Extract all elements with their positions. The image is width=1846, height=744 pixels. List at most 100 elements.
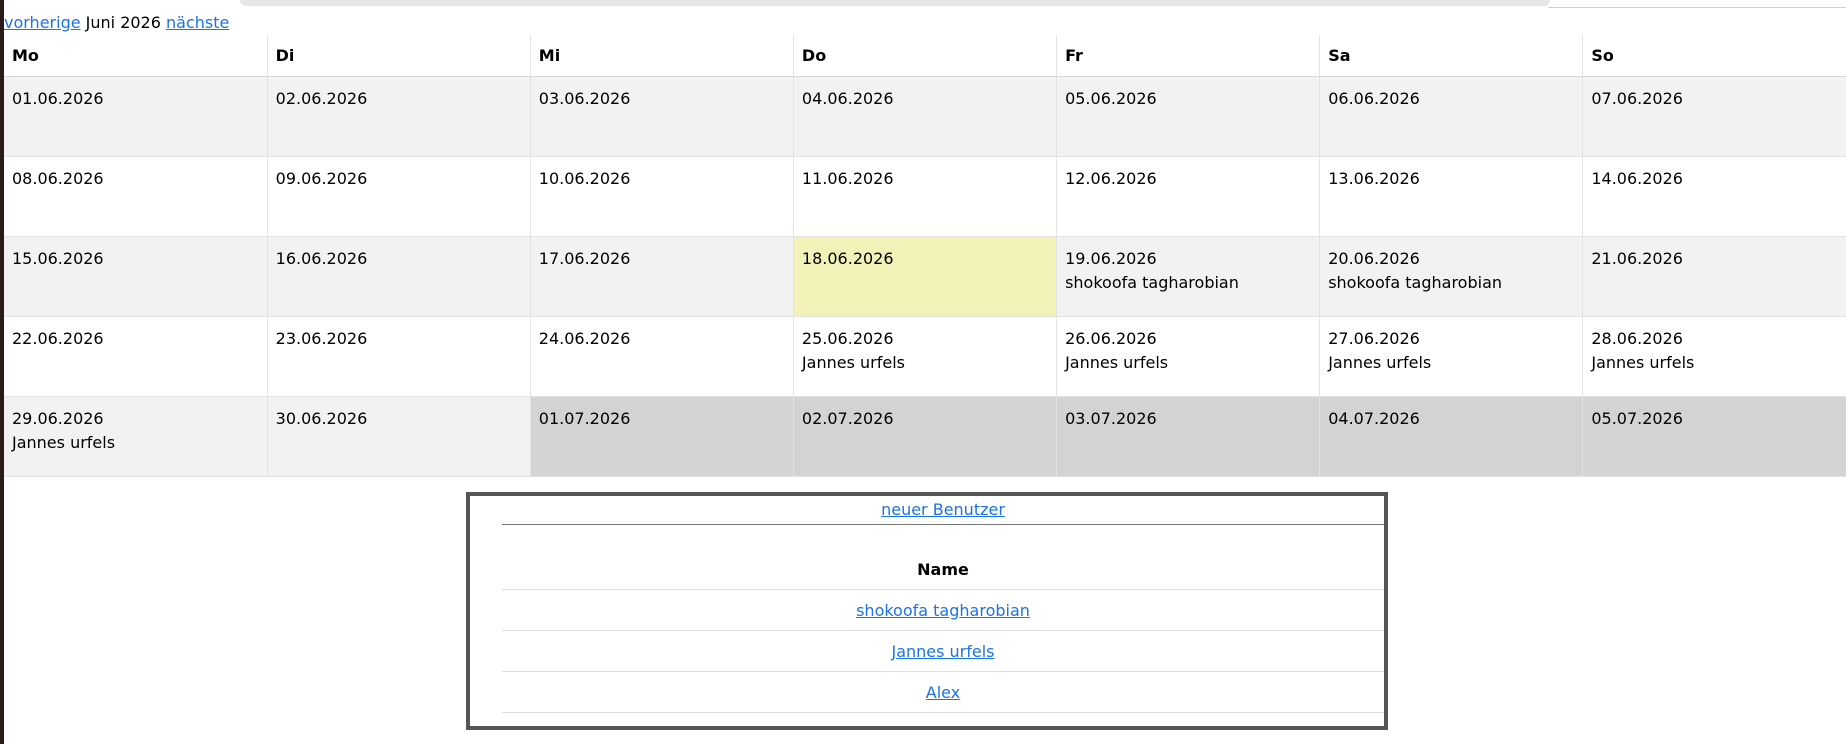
calendar-week-row: 01.06.2026 02.06.2026 03.06.2026 04.06.2…	[4, 76, 1846, 157]
day-cell-today[interactable]: 18.06.2026	[792, 236, 1057, 317]
day-cell-other-month[interactable]: 04.07.2026	[1319, 396, 1583, 477]
day-booking-name: shokoofa tagharobian	[1065, 273, 1239, 292]
day-cell[interactable]: 09.06.2026	[266, 156, 531, 237]
day-cell[interactable]: 05.06.2026	[1056, 76, 1320, 157]
day-cell[interactable]: 25.06.2026 Jannes urfels	[792, 316, 1057, 397]
page: vorherige Juni 2026 nächste Mo Di Mi Do …	[0, 0, 1846, 744]
day-cell[interactable]: 16.06.2026	[266, 236, 531, 317]
day-date: 07.06.2026	[1591, 89, 1683, 108]
user-table-header-row: Name	[502, 549, 1384, 590]
day-cell[interactable]: 30.06.2026	[266, 396, 531, 477]
day-date: 27.06.2026	[1328, 329, 1420, 348]
day-cell[interactable]: 11.06.2026	[792, 156, 1057, 237]
day-date: 25.06.2026	[801, 329, 894, 348]
day-cell[interactable]: 10.06.2026	[529, 156, 794, 237]
day-date: 28.06.2026	[1591, 329, 1683, 348]
table-row: shokoofa tagharobian	[502, 589, 1384, 631]
day-cell-other-month[interactable]: 01.07.2026	[529, 396, 794, 477]
day-date: 04.06.2026	[801, 89, 894, 108]
day-cell[interactable]: 08.06.2026	[4, 156, 268, 237]
day-date: 12.06.2026	[1065, 169, 1157, 188]
day-cell[interactable]: 26.06.2026 Jannes urfels	[1056, 316, 1320, 397]
day-cell[interactable]: 24.06.2026	[529, 316, 794, 397]
day-cell[interactable]: 03.06.2026	[529, 76, 794, 157]
day-booking-name: Jannes urfels	[1328, 353, 1432, 372]
day-date: 02.07.2026	[801, 409, 894, 428]
new-user-link[interactable]: neuer Benutzer	[881, 500, 1005, 519]
day-date: 24.06.2026	[538, 329, 631, 348]
day-date: 16.06.2026	[275, 249, 368, 268]
top-bar	[240, 0, 1550, 6]
day-cell-other-month[interactable]: 03.07.2026	[1056, 396, 1320, 477]
table-row: Jannes urfels	[502, 630, 1384, 672]
day-date: 30.06.2026	[275, 409, 368, 428]
day-cell[interactable]: 28.06.2026 Jannes urfels	[1582, 316, 1846, 397]
day-date: 03.07.2026	[1065, 409, 1157, 428]
day-booking-name: Jannes urfels	[1591, 353, 1695, 372]
day-date: 03.06.2026	[538, 89, 631, 108]
day-cell[interactable]: 12.06.2026	[1056, 156, 1320, 237]
weekday-wednesday: Mi	[529, 35, 794, 77]
calendar-week-row: 08.06.2026 09.06.2026 10.06.2026 11.06.2…	[4, 156, 1846, 237]
day-date: 11.06.2026	[801, 169, 894, 188]
user-link[interactable]: Alex	[926, 683, 960, 702]
user-list-panel: neuer Benutzer Name shokoofa tagharobian…	[466, 492, 1388, 730]
day-cell[interactable]: 15.06.2026	[4, 236, 268, 317]
day-date: 01.07.2026	[538, 409, 631, 428]
day-cell[interactable]: 06.06.2026	[1319, 76, 1583, 157]
day-cell[interactable]: 27.06.2026 Jannes urfels	[1319, 316, 1583, 397]
weekday-sunday: So	[1582, 35, 1846, 77]
user-link[interactable]: Jannes urfels	[891, 642, 994, 661]
day-date: 04.07.2026	[1328, 409, 1420, 428]
day-cell[interactable]: 04.06.2026	[792, 76, 1057, 157]
day-date: 08.06.2026	[12, 169, 104, 188]
user-table: Name shokoofa tagharobian Jannes urfels …	[502, 549, 1384, 713]
user-list-content: neuer Benutzer Name shokoofa tagharobian…	[502, 496, 1384, 713]
calendar-table: Mo Di Mi Do Fr Sa So 01.06.2026 02.06.20…	[4, 35, 1846, 477]
day-cell[interactable]: 21.06.2026	[1582, 236, 1846, 317]
day-date: 23.06.2026	[275, 329, 368, 348]
day-date: 05.07.2026	[1591, 409, 1683, 428]
table-row: Alex	[502, 671, 1384, 713]
day-date: 17.06.2026	[538, 249, 631, 268]
day-cell[interactable]: 17.06.2026	[529, 236, 794, 317]
day-cell[interactable]: 20.06.2026 shokoofa tagharobian	[1319, 236, 1583, 317]
new-user-row: neuer Benutzer	[502, 496, 1384, 525]
calendar-week-row: 22.06.2026 23.06.2026 24.06.2026 25.06.2…	[4, 316, 1846, 397]
weekday-monday: Mo	[4, 35, 268, 77]
previous-month-link[interactable]: vorherige	[4, 13, 81, 32]
day-cell-other-month[interactable]: 05.07.2026	[1582, 396, 1846, 477]
day-date: 26.06.2026	[1065, 329, 1157, 348]
day-cell[interactable]: 29.06.2026 Jannes urfels	[4, 396, 268, 477]
day-date: 22.06.2026	[12, 329, 104, 348]
top-divider	[1548, 7, 1846, 8]
day-date: 15.06.2026	[12, 249, 104, 268]
day-cell[interactable]: 22.06.2026	[4, 316, 268, 397]
day-cell[interactable]: 23.06.2026	[266, 316, 531, 397]
day-date: 01.06.2026	[12, 89, 104, 108]
day-date: 13.06.2026	[1328, 169, 1420, 188]
day-date: 06.06.2026	[1328, 89, 1420, 108]
day-date: 18.06.2026	[801, 249, 894, 268]
day-cell[interactable]: 19.06.2026 shokoofa tagharobian	[1056, 236, 1320, 317]
current-month-label: Juni 2026	[85, 13, 161, 32]
day-cell[interactable]: 13.06.2026	[1319, 156, 1583, 237]
calendar-week-row: 15.06.2026 16.06.2026 17.06.2026 18.06.2…	[4, 236, 1846, 317]
day-date: 02.06.2026	[275, 89, 368, 108]
user-cell: Alex	[502, 671, 1384, 713]
day-date: 19.06.2026	[1065, 249, 1157, 268]
day-cell[interactable]: 14.06.2026	[1582, 156, 1846, 237]
next-month-link[interactable]: nächste	[166, 13, 229, 32]
user-link[interactable]: shokoofa tagharobian	[856, 601, 1030, 620]
day-cell[interactable]: 01.06.2026	[4, 76, 268, 157]
day-cell[interactable]: 07.06.2026	[1582, 76, 1846, 157]
user-cell: Jannes urfels	[502, 630, 1384, 672]
day-cell[interactable]: 02.06.2026	[266, 76, 531, 157]
weekday-saturday: Sa	[1319, 35, 1583, 77]
day-cell-other-month[interactable]: 02.07.2026	[792, 396, 1057, 477]
day-booking-name: Jannes urfels	[801, 353, 905, 372]
day-booking-name: Jannes urfels	[1065, 353, 1169, 372]
calendar-week-row: 29.06.2026 Jannes urfels 30.06.2026 01.07…	[4, 396, 1846, 477]
day-date: 20.06.2026	[1328, 249, 1420, 268]
day-date: 10.06.2026	[538, 169, 631, 188]
